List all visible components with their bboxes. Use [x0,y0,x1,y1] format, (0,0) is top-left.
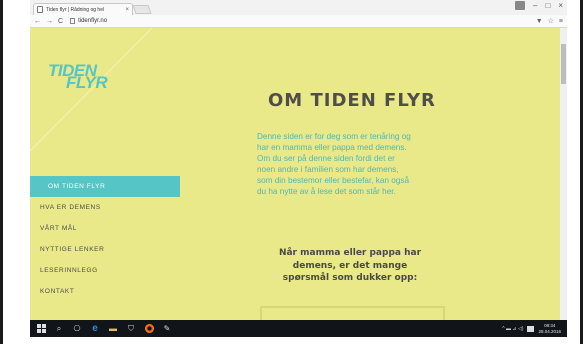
questions-box [260,306,445,320]
paint-icon[interactable]: ✎ [162,324,172,334]
address-bar[interactable]: tidenflyr.no [68,16,536,26]
subhead-line: spørsmål som dukker opp: [282,273,418,283]
taskbar-clock[interactable]: 08:34 28.04.2016 [538,323,561,334]
windows-start-icon[interactable] [36,323,46,334]
right-border [580,0,583,344]
profile-icon[interactable] [515,1,526,10]
intro-line: du ha nytte av å lese det som står her. [257,187,396,196]
bookmark-star-icon[interactable]: ☆ [548,17,554,25]
notifications-icon[interactable] [527,325,535,332]
site-logo[interactable]: TIDEN FLYR [48,61,128,92]
close-window-button[interactable]: × [558,1,563,10]
desktop-screen: Tiden flyr | Rådning og hel × – □ × ← → … [30,0,567,337]
file-explorer-icon[interactable]: ▬ [108,324,118,334]
task-view-icon[interactable]: ⎔ [72,324,82,334]
new-tab-button[interactable] [132,5,152,14]
nav-item-hva-er-demens[interactable]: HVA ER DEMENS [30,197,180,218]
logo-text-flyr: FLYR [66,73,108,92]
store-icon[interactable]: ⛉ [126,324,136,334]
tray-icons[interactable]: ^ ▬ ⊿ ◁) [502,326,523,332]
web-page: TIDEN FLYR OM TIDEN FLYR HVA ER DEMENS V… [30,28,567,320]
menu-icon[interactable]: ≡ [559,18,563,25]
edge-browser-icon[interactable]: e [90,323,100,334]
intro-line: har en mamma eller pappa med demens. [257,143,407,152]
forward-button[interactable]: → [46,18,53,25]
tab-close-icon[interactable]: × [125,7,129,13]
left-border [0,0,3,344]
page-title: OM TIDEN FLYR [268,90,436,111]
nav-item-kontakt[interactable]: KONTAKT [30,281,180,302]
nav-item-vart-mal[interactable]: VÅRT MÅL [30,218,180,239]
url-text[interactable]: tidenflyr.no [78,18,107,24]
screenshot-frame: Tiden flyr | Rådning og hel × – □ × ← → … [0,0,585,344]
tab-title: Tiden flyr | Rådning og hel [46,6,105,13]
intro-paragraph: Denne siden er for deg som er tenåring o… [257,131,467,197]
nav-item-leserinnlegg[interactable]: LESERINNLEGG [30,260,180,281]
main-navigation: OM TIDEN FLYR HVA ER DEMENS VÅRT MÅL NYT… [30,176,180,302]
clock-date: 28.04.2016 [538,328,561,334]
minimize-button[interactable]: – [533,1,537,10]
intro-line: som din bestemor eller bestefar, kan ogs… [257,176,410,185]
page-info-icon[interactable] [70,18,76,24]
extension-icon[interactable]: ▼ [536,18,543,25]
window-controls: – □ × [515,1,563,10]
browser-tab[interactable]: Tiden flyr | Rådning og hel × [33,3,133,15]
toolbar-actions: ▼ ☆ ≡ [536,17,563,26]
subhead-line: demens, er det mange [292,260,408,271]
page-scrollbar[interactable] [560,28,567,320]
page-favicon-icon [37,6,43,13]
browser-tab-strip: Tiden flyr | Rådning og hel × – □ × [30,0,567,15]
scrollbar-thumb[interactable] [561,44,566,84]
search-icon[interactable]: ⌕ [54,324,64,334]
intro-line: Denne siden er for deg som er tenåring o… [257,132,411,141]
section-subheading: Når mamma eller pappa har demens, er det… [250,247,450,285]
windows-taskbar: ⌕ ⎔ e ▬ ⛉ ✎ ^ ▬ ⊿ ◁) 08:34 28.04.2016 [30,320,567,337]
system-tray: ^ ▬ ⊿ ◁) 08:34 28.04.2016 [502,323,561,334]
maximize-button[interactable]: □ [545,1,550,10]
reload-button[interactable]: C [58,18,63,25]
intro-line: noen andre i familien som har demens, [257,165,399,174]
subhead-line: Når mamma eller pappa har [278,248,422,258]
nav-item-om-tiden-flyr[interactable]: OM TIDEN FLYR [30,176,180,197]
browser-toolbar: ← → C tidenflyr.no ▼ ☆ ≡ [30,15,567,28]
intro-line: Om du ser på denne siden fordi det er [257,154,395,163]
back-button[interactable]: ← [34,18,41,25]
nav-item-nyttige-lenker[interactable]: NYTTIGE LENKER [30,239,180,260]
opera-browser-icon[interactable] [144,324,154,334]
